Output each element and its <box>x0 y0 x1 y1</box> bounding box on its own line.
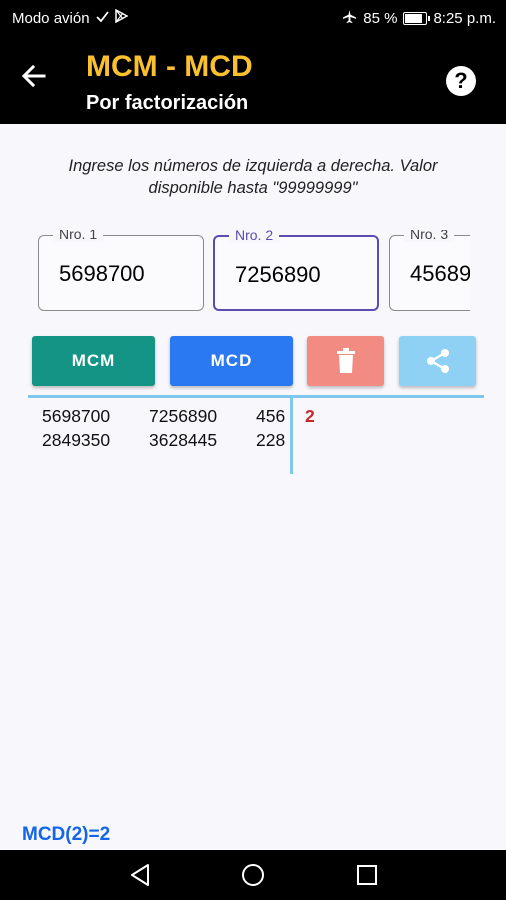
help-icon[interactable]: ? <box>446 66 476 96</box>
number-field-2[interactable]: Nro. 2 <box>213 230 385 311</box>
number-field-3-label: Nro. 3 <box>404 230 455 242</box>
factorization-table: 5698700 7256890 456 2849350 3628445 228 <box>42 404 290 452</box>
mcm-button[interactable]: MCM <box>32 336 155 386</box>
status-left: Modo avión <box>12 8 129 27</box>
table-cell: 228 <box>256 430 286 450</box>
number-input-1[interactable] <box>59 261 209 287</box>
nav-home-icon[interactable] <box>240 862 266 888</box>
back-arrow-icon[interactable] <box>20 62 60 98</box>
navigation-bar <box>0 850 506 900</box>
factorization-divider-vertical <box>290 396 293 474</box>
share-icon <box>399 348 476 374</box>
factorization-divider-horizontal <box>28 395 484 398</box>
table-cell: 2849350 <box>42 430 111 450</box>
app-subtitle: Por factorización <box>86 92 249 114</box>
table-cell: 3628445 <box>149 430 218 450</box>
app-title: MCM - MCD <box>86 50 253 83</box>
table-row: 2849350 3628445 228 <box>42 428 290 452</box>
number-field-2-label: Nro. 2 <box>229 230 280 243</box>
check-icon <box>95 10 109 27</box>
number-field-1[interactable]: Nro. 1 <box>38 230 209 311</box>
number-field-3[interactable]: Nro. 3 <box>389 230 470 311</box>
mcd-button[interactable]: MCD <box>170 336 293 386</box>
table-cell: 7256890 <box>149 406 218 426</box>
table-row: 5698700 7256890 456 <box>42 404 290 428</box>
prime-factor: 2 <box>305 406 315 426</box>
delete-button[interactable] <box>307 336 384 386</box>
nav-recents-icon[interactable] <box>354 862 380 888</box>
status-bar: Modo avión 85 % 8:25 p.m. <box>0 0 506 36</box>
status-right: 85 % 8:25 p.m. <box>342 9 496 28</box>
number-input-3[interactable] <box>410 261 470 287</box>
share-button[interactable] <box>399 336 476 386</box>
table-cell: 5698700 <box>42 406 111 426</box>
result-text: MCD(2)=2 <box>22 824 111 845</box>
status-time: 8:25 p.m. <box>433 10 496 27</box>
battery-percent: 85 % <box>363 10 398 27</box>
table-cell: 456 <box>256 406 286 426</box>
battery-icon <box>403 12 431 25</box>
nav-back-icon[interactable] <box>128 862 154 888</box>
number-inputs: Nro. 1 Nro. 2 Nro. 3 <box>0 230 470 320</box>
number-input-2[interactable] <box>235 262 385 288</box>
play-store-icon <box>114 8 129 27</box>
trash-icon <box>307 348 384 374</box>
app-bar: MCM - MCD Por factorización ? <box>0 36 506 124</box>
instructions-text: Ingrese los números de izquierda a derec… <box>68 157 438 197</box>
number-field-1-label: Nro. 1 <box>53 230 104 242</box>
status-mode-text: Modo avión <box>12 9 90 27</box>
airplane-icon <box>342 9 357 28</box>
